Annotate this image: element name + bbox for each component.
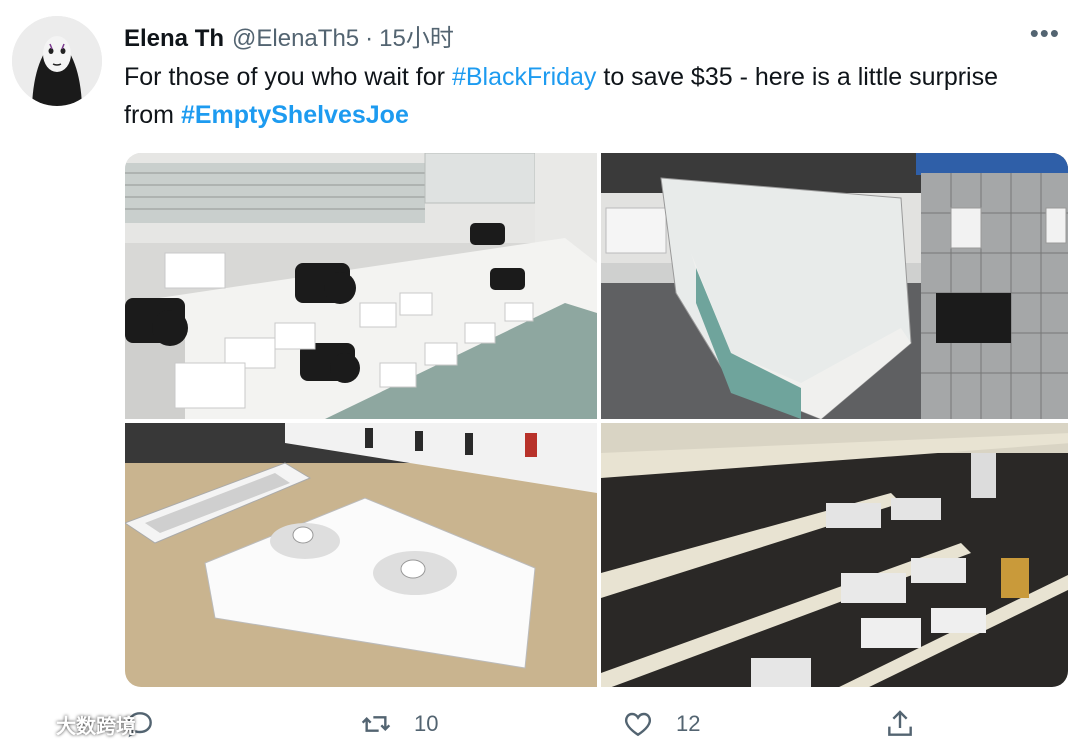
tweet-timestamp[interactable]: 15小时 <box>379 18 454 53</box>
more-options-icon[interactable]: ••• <box>1030 18 1060 49</box>
avatar[interactable] <box>12 16 102 106</box>
watermark-text: 大数跨境 <box>56 716 136 738</box>
retweet-icon <box>361 716 391 732</box>
empty-display-case-icon <box>601 153 1068 419</box>
watch-display-icon <box>125 423 597 687</box>
separator-dot: · <box>365 25 374 52</box>
watermark: 大数跨境 <box>8 710 136 739</box>
photo-watch-display[interactable] <box>125 423 597 687</box>
share-button[interactable] <box>884 708 916 740</box>
like-button[interactable]: 12 <box>622 708 700 740</box>
photo-empty-shelves[interactable] <box>601 423 1068 687</box>
empty-shelves-icon <box>601 423 1068 687</box>
share-icon <box>888 710 912 736</box>
tweet-actions: 10 12 <box>0 708 1080 748</box>
watermark-logo-icon <box>8 715 52 734</box>
author-name[interactable]: Elena Th <box>124 25 224 53</box>
hashtag-emptyshelvesjoe[interactable]: #EmptyShelvesJoe <box>181 101 409 129</box>
retweet-count: 10 <box>414 711 439 736</box>
avatar-no-face-icon <box>12 16 102 106</box>
tweet-text-part1: For those of you who wait for <box>124 63 452 91</box>
tweet-text: For those of you who wait for #BlackFrid… <box>124 58 1044 134</box>
photo-grid <box>125 153 1068 687</box>
camera-display-icon <box>125 153 597 419</box>
tweet-header: Elena Th @ElenaTh5 · 15小时 <box>124 18 454 53</box>
retweet-button[interactable]: 10 <box>360 708 438 740</box>
photo-empty-display-case[interactable] <box>601 153 1068 419</box>
like-count: 12 <box>676 711 701 736</box>
author-handle[interactable]: @ElenaTh5 <box>232 25 359 53</box>
hashtag-blackfriday[interactable]: #BlackFriday <box>452 63 597 91</box>
heart-icon <box>624 712 652 737</box>
photo-camera-display[interactable] <box>125 153 597 419</box>
